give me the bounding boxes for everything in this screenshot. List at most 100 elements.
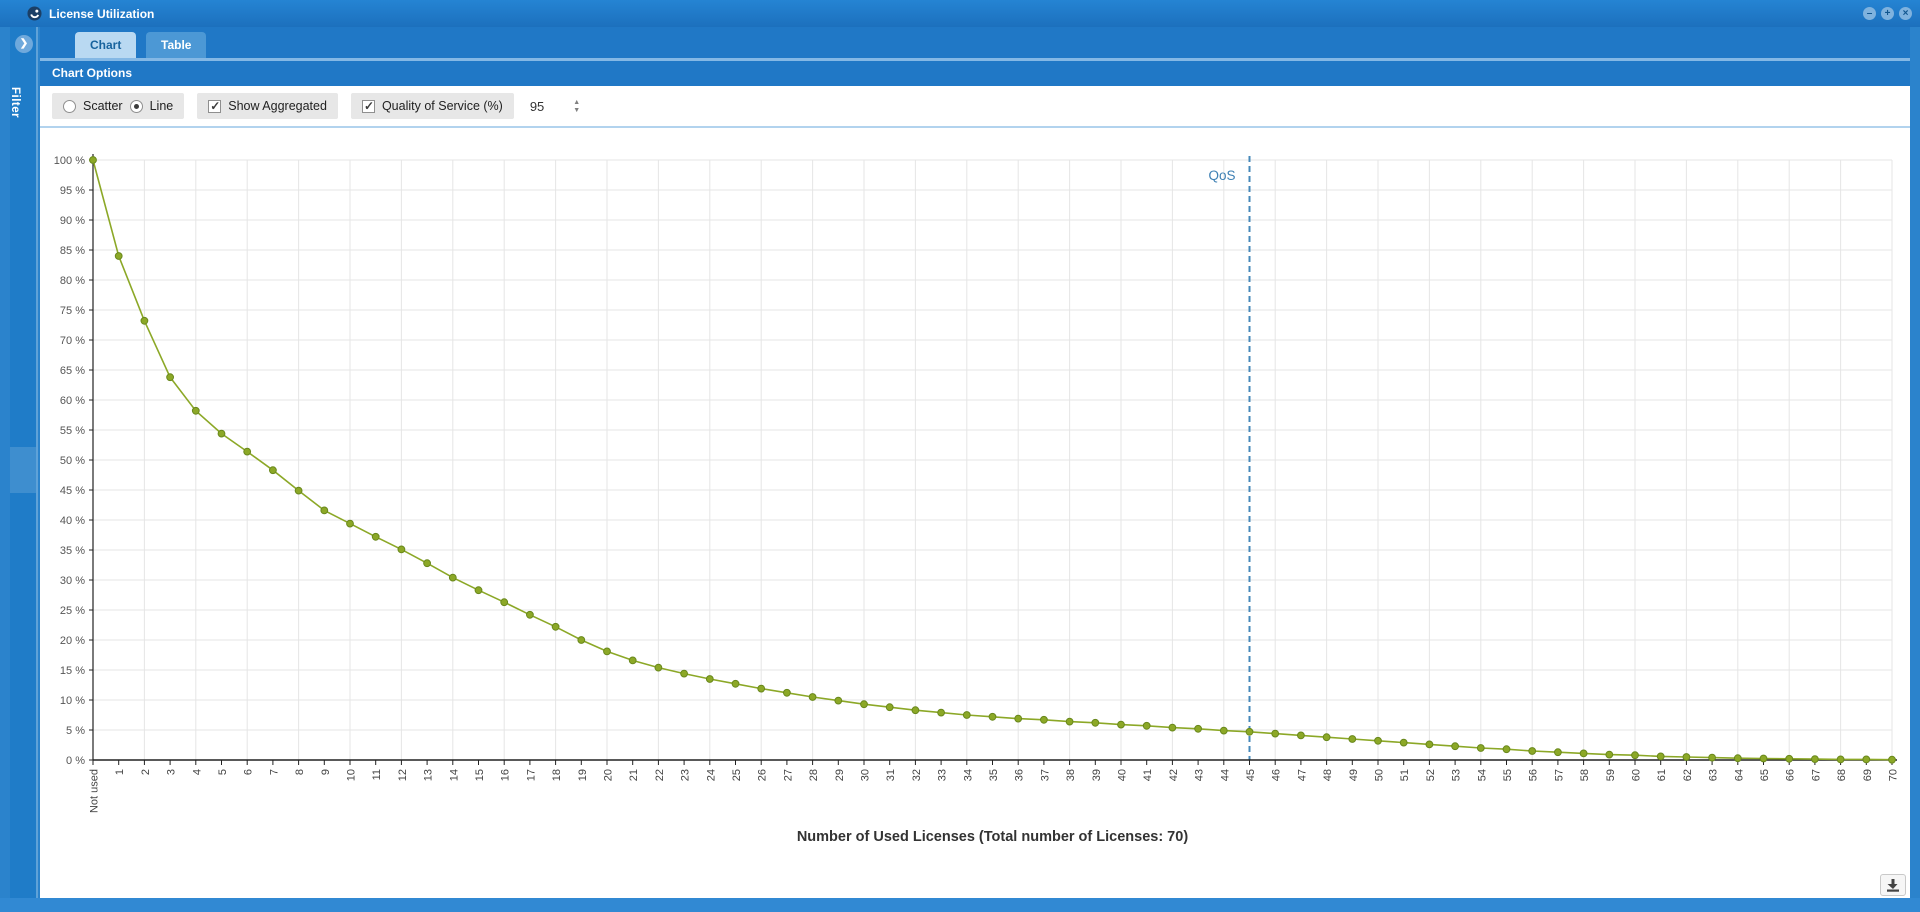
- svg-text:34: 34: [962, 769, 974, 781]
- svg-text:66: 66: [1785, 769, 1797, 781]
- svg-text:Number of Used Licenses (Total: Number of Used Licenses (Total number of…: [797, 829, 1188, 845]
- svg-text:45: 45: [1245, 769, 1257, 781]
- window-titlebar: License Utilization – + ×: [0, 0, 1920, 27]
- svg-text:60: 60: [1631, 769, 1643, 781]
- svg-text:20: 20: [603, 769, 615, 781]
- svg-text:48: 48: [1322, 769, 1334, 781]
- svg-text:18: 18: [551, 769, 563, 781]
- svg-text:24: 24: [705, 769, 717, 781]
- svg-text:44: 44: [1219, 769, 1231, 781]
- qos-checkbox-label[interactable]: Quality of Service (%): [382, 99, 503, 113]
- svg-text:55: 55: [1502, 769, 1514, 781]
- svg-text:7: 7: [268, 769, 280, 775]
- svg-text:22: 22: [654, 769, 666, 781]
- window-controls: – + ×: [1863, 7, 1912, 20]
- svg-text:15: 15: [474, 769, 486, 781]
- svg-text:56: 56: [1528, 769, 1540, 781]
- svg-text:6: 6: [243, 769, 255, 775]
- line-radio[interactable]: [130, 100, 143, 113]
- svg-text:28: 28: [808, 769, 820, 781]
- svg-text:46: 46: [1271, 769, 1283, 781]
- scatter-radio[interactable]: [63, 100, 76, 113]
- svg-text:59: 59: [1605, 769, 1617, 781]
- show-aggregated-label[interactable]: Show Aggregated: [228, 99, 327, 113]
- svg-text:21: 21: [628, 769, 640, 781]
- svg-text:27: 27: [782, 769, 794, 781]
- svg-text:52: 52: [1425, 769, 1437, 781]
- svg-text:65 %: 65 %: [60, 365, 85, 377]
- svg-text:64: 64: [1733, 769, 1745, 781]
- svg-text:1: 1: [114, 769, 126, 775]
- svg-text:90 %: 90 %: [60, 215, 85, 227]
- svg-text:58: 58: [1579, 769, 1591, 781]
- tab-strip: Chart Table: [40, 27, 1910, 58]
- filter-panel-label: Filter: [9, 87, 21, 118]
- svg-text:62: 62: [1682, 769, 1694, 781]
- svg-text:25 %: 25 %: [60, 605, 85, 617]
- svg-text:57: 57: [1553, 769, 1565, 781]
- qos-group: Quality of Service (%): [351, 93, 514, 119]
- svg-text:9: 9: [320, 769, 332, 775]
- svg-text:QoS: QoS: [1208, 168, 1235, 183]
- svg-text:60 %: 60 %: [60, 395, 85, 407]
- qos-value-input[interactable]: 95: [530, 99, 544, 114]
- svg-text:95 %: 95 %: [60, 185, 85, 197]
- chart-type-group: Scatter Line: [52, 93, 184, 119]
- download-icon: [1886, 879, 1900, 892]
- svg-text:35: 35: [988, 769, 1000, 781]
- svg-text:10: 10: [346, 769, 358, 781]
- spinner-down-icon[interactable]: ▼: [573, 108, 580, 113]
- svg-text:63: 63: [1708, 769, 1720, 781]
- svg-text:11: 11: [371, 769, 383, 780]
- spinner-up-icon[interactable]: ▲: [573, 100, 580, 105]
- svg-text:37: 37: [1039, 769, 1051, 781]
- svg-text:32: 32: [911, 769, 923, 781]
- svg-text:23: 23: [680, 769, 692, 781]
- main-content: Chart Table Chart Options Scatter Line S…: [40, 27, 1910, 898]
- svg-text:51: 51: [1399, 769, 1411, 781]
- svg-text:8: 8: [294, 769, 306, 775]
- svg-text:53: 53: [1451, 769, 1463, 781]
- svg-text:69: 69: [1862, 769, 1874, 781]
- svg-text:12: 12: [397, 769, 409, 781]
- svg-text:35 %: 35 %: [60, 545, 85, 557]
- svg-text:41: 41: [1142, 769, 1154, 781]
- svg-text:25: 25: [731, 769, 743, 781]
- svg-text:70: 70: [1888, 769, 1900, 781]
- qos-spinner: ▲ ▼: [573, 100, 580, 113]
- line-radio-label[interactable]: Line: [150, 99, 174, 113]
- svg-text:65: 65: [1759, 769, 1771, 781]
- svg-text:42: 42: [1168, 769, 1180, 781]
- svg-text:50 %: 50 %: [60, 455, 85, 467]
- svg-text:80 %: 80 %: [60, 275, 85, 287]
- svg-text:29: 29: [834, 769, 846, 781]
- window-title: License Utilization: [49, 7, 154, 21]
- minimize-button[interactable]: –: [1863, 7, 1876, 20]
- show-aggregated-checkbox[interactable]: [208, 100, 221, 113]
- svg-text:54: 54: [1476, 769, 1488, 781]
- filter-panel-collapsed[interactable]: ❯ Filter: [10, 27, 38, 898]
- close-button[interactable]: ×: [1899, 7, 1912, 20]
- svg-text:5 %: 5 %: [66, 725, 85, 737]
- app-logo-icon: [27, 6, 42, 21]
- show-aggregated-group: Show Aggregated: [197, 93, 338, 119]
- svg-text:Not used: Not used: [89, 769, 101, 813]
- tab-table[interactable]: Table: [146, 32, 206, 58]
- tab-chart[interactable]: Chart: [75, 32, 136, 58]
- scatter-radio-label[interactable]: Scatter: [83, 99, 123, 113]
- maximize-button[interactable]: +: [1881, 7, 1894, 20]
- svg-text:55 %: 55 %: [60, 425, 85, 437]
- svg-text:15 %: 15 %: [60, 665, 85, 677]
- chart-canvas: QoS0 %5 %10 %15 %20 %25 %30 %35 %40 %45 …: [40, 128, 1910, 873]
- svg-text:0 %: 0 %: [66, 755, 85, 767]
- download-chart-button[interactable]: [1880, 874, 1906, 896]
- filter-panel-handle[interactable]: [10, 447, 36, 493]
- svg-text:70 %: 70 %: [60, 335, 85, 347]
- svg-text:10 %: 10 %: [60, 695, 85, 707]
- svg-text:33: 33: [937, 769, 949, 781]
- expand-filter-icon[interactable]: ❯: [15, 35, 33, 53]
- svg-text:17: 17: [525, 769, 537, 781]
- svg-text:4: 4: [191, 769, 203, 775]
- qos-checkbox[interactable]: [362, 100, 375, 113]
- svg-text:67: 67: [1810, 769, 1822, 781]
